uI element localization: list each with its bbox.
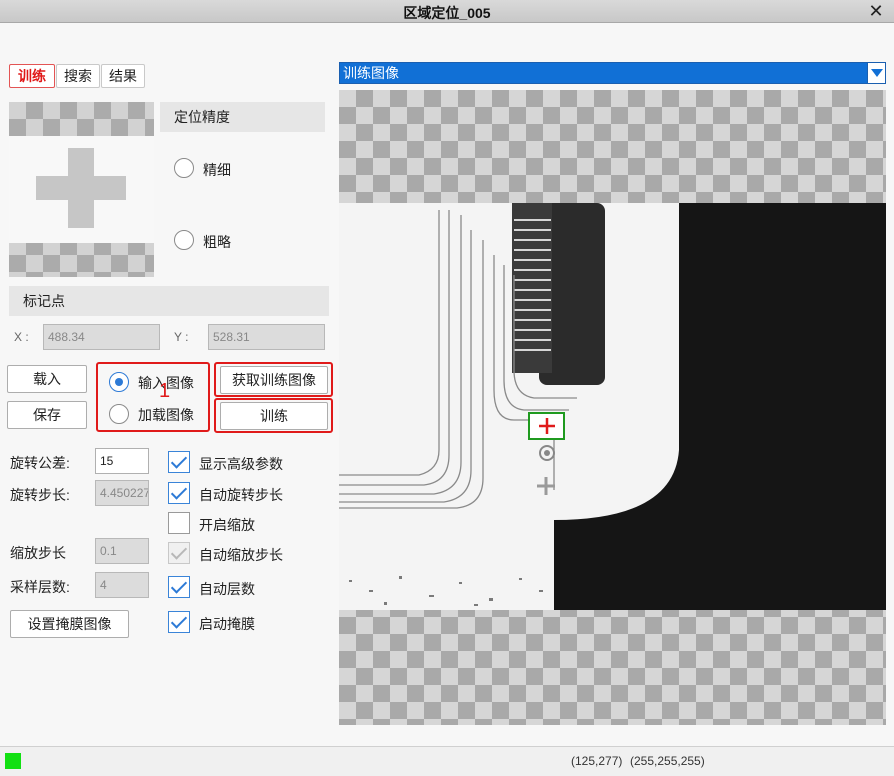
- rotation-tolerance-label: 旋转公差:: [10, 455, 70, 471]
- y-label: Y :: [174, 330, 189, 344]
- auto-levels-checkbox[interactable]: [168, 576, 190, 598]
- window-title: 区域定位_005: [403, 5, 491, 21]
- rotation-tolerance-input[interactable]: 15: [95, 448, 149, 474]
- show-advanced-checkbox[interactable]: [168, 451, 190, 473]
- radio-load-image-label: 加载图像: [138, 407, 194, 423]
- enable-scaling-checkbox[interactable]: [168, 512, 190, 534]
- dialog-window: 区域定位_005 ✕ 训练 搜索 结果 定位精度 精细 粗略 标记点 X : 4…: [0, 0, 894, 776]
- scale-step-input: 0.1: [95, 538, 149, 564]
- title-bar[interactable]: 区域定位_005 ✕: [0, 0, 894, 23]
- auto-scale-step-label: 自动缩放步长: [199, 547, 283, 563]
- radio-fine[interactable]: [174, 158, 194, 178]
- x-label: X :: [14, 330, 29, 344]
- train-image-canvas: [339, 203, 886, 610]
- auto-levels-label: 自动层数: [199, 581, 255, 597]
- set-mask-button[interactable]: 设置掩膜图像: [10, 610, 129, 638]
- status-indicator: [5, 753, 21, 769]
- marker-y-field: 528.31: [208, 324, 325, 350]
- template-thumbnail: [9, 102, 154, 277]
- sample-levels-label: 采样层数:: [10, 579, 70, 595]
- radio-input-image[interactable]: [109, 372, 129, 392]
- image-viewer[interactable]: [339, 90, 886, 725]
- image-select-value: 训练图像: [343, 65, 399, 81]
- image-select[interactable]: 训练图像: [339, 62, 886, 84]
- enable-mask-checkbox[interactable]: [168, 611, 190, 633]
- precision-header: 定位精度: [160, 102, 325, 132]
- show-advanced-label: 显示高级参数: [199, 456, 283, 472]
- close-icon[interactable]: ✕: [866, 1, 886, 21]
- enable-scaling-label: 开启缩放: [199, 517, 255, 533]
- template-cross-bar: [36, 176, 126, 200]
- auto-scale-step-checkbox: [168, 542, 190, 564]
- load-button[interactable]: 载入: [7, 365, 87, 393]
- tab-train[interactable]: 训练: [9, 64, 55, 88]
- sample-levels-input: 4: [95, 572, 149, 598]
- status-pixel-value: (255,255,255): [630, 754, 705, 768]
- annotation-number-1: 1: [159, 380, 171, 402]
- fiducial-dot: [544, 450, 550, 456]
- marker-x-field: 488.34: [43, 324, 160, 350]
- auto-rotation-step-checkbox[interactable]: [168, 482, 190, 504]
- status-coordinates: (125,277): [571, 754, 623, 768]
- auto-rotation-step-label: 自动旋转步长: [199, 487, 283, 503]
- connector-pins-area: [512, 203, 552, 373]
- save-button[interactable]: 保存: [7, 401, 87, 429]
- marker-header: 标记点: [9, 286, 329, 316]
- train-button[interactable]: 训练: [220, 402, 328, 430]
- lower-left-region: [339, 560, 554, 610]
- enable-mask-label: 启动掩膜: [199, 616, 255, 632]
- radio-coarse[interactable]: [174, 230, 194, 250]
- chevron-down-icon[interactable]: [867, 63, 885, 83]
- radio-coarse-label: 粗略: [203, 234, 231, 250]
- tab-search[interactable]: 搜索: [56, 64, 100, 88]
- scale-step-label: 缩放步长: [10, 545, 66, 561]
- radio-load-image[interactable]: [109, 404, 129, 424]
- rotation-step-label: 旋转步长:: [10, 487, 70, 503]
- get-train-image-button[interactable]: 获取训练图像: [220, 366, 328, 394]
- rotation-step-input: 4.450227: [95, 480, 149, 506]
- radio-fine-label: 精细: [203, 162, 231, 178]
- tab-result[interactable]: 结果: [101, 64, 145, 88]
- status-bar: (125,277) (255,255,255): [0, 746, 894, 776]
